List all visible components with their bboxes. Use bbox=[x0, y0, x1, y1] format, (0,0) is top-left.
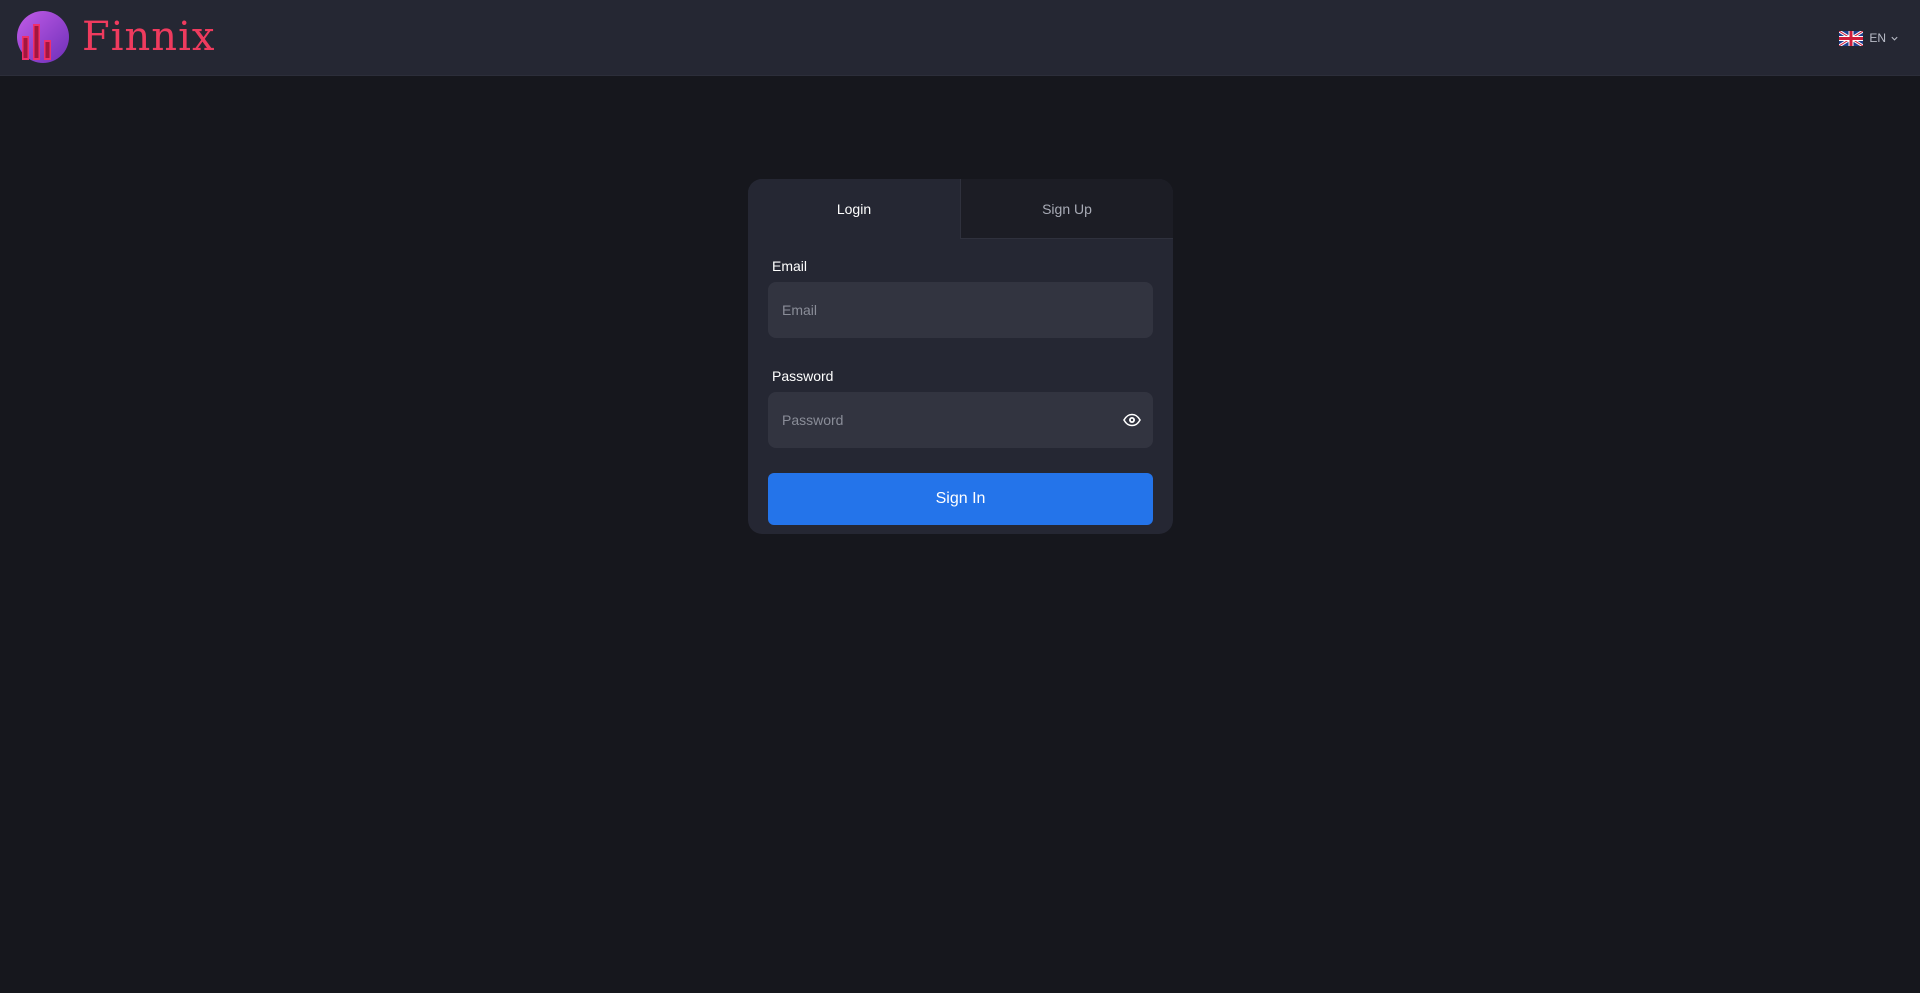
eye-icon[interactable] bbox=[1123, 411, 1141, 429]
uk-flag-icon bbox=[1839, 30, 1864, 46]
brand-logo-link[interactable]: Finnix bbox=[11, 10, 215, 64]
auth-card: Login Sign Up Email Password Sign In bbox=[748, 179, 1173, 534]
top-bar: Finnix EN bbox=[0, 0, 1920, 76]
password-field-wrapper bbox=[768, 392, 1153, 448]
login-form: Email Password Sign In bbox=[748, 239, 1173, 525]
auth-tabs: Login Sign Up bbox=[748, 179, 1173, 239]
language-code: EN bbox=[1869, 31, 1886, 45]
sign-in-button[interactable]: Sign In bbox=[768, 473, 1153, 525]
email-field-wrapper bbox=[768, 282, 1153, 338]
password-label: Password bbox=[772, 368, 834, 384]
tab-login[interactable]: Login bbox=[748, 179, 960, 239]
brand-name: Finnix bbox=[82, 14, 216, 60]
language-selector[interactable]: EN bbox=[1839, 29, 1899, 47]
password-input[interactable] bbox=[768, 392, 1153, 448]
email-input[interactable] bbox=[768, 282, 1153, 338]
chevron-down-icon bbox=[1891, 36, 1898, 41]
bar-chart-globe-icon bbox=[17, 11, 69, 63]
email-label: Email bbox=[772, 258, 808, 274]
tab-sign-up[interactable]: Sign Up bbox=[960, 179, 1173, 239]
